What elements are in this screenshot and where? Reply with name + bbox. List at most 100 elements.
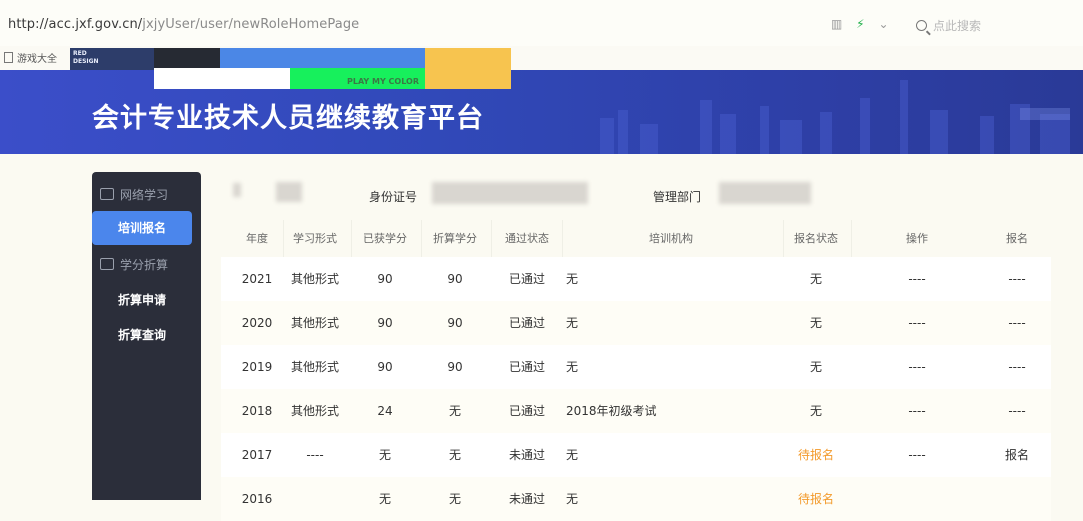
lightning-icon[interactable]: ⚡ <box>856 17 864 31</box>
url-path: jxjyUser/user/newRoleHomePage <box>142 17 360 32</box>
cell-study-form: 其他形式 <box>290 360 339 374</box>
cell-credits-converted: 90 <box>447 316 463 330</box>
cell-institution: 无 <box>566 272 579 286</box>
cell-signup-status: 无 <box>809 404 822 418</box>
url-host: http://acc.jxf.gov.cn/ <box>8 17 143 32</box>
cell-operation: ---- <box>908 404 926 418</box>
monitor-icon <box>100 188 114 200</box>
cell-credits-earned: 90 <box>377 272 393 286</box>
cell-institution: 2018年初级考试 <box>566 404 657 418</box>
redacted-dept <box>719 182 811 204</box>
table-row: 2021 其他形式 90 90 已通过 无 无 ---- ---- <box>221 257 1051 301</box>
sidebar: 网络学习 培训报名 学分折算 折算申请 折算查询 <box>92 172 201 500</box>
cell-pass-status: 已通过 <box>508 404 545 418</box>
red-design-line1: RED <box>73 50 87 57</box>
url-text[interactable]: http://acc.jxf.gov.cn/jxjyUser/user/newR… <box>8 17 359 32</box>
cell-year: 2021 <box>241 272 273 286</box>
id-label: 身份证号 <box>369 190 418 204</box>
color-swatch-orange <box>425 48 511 89</box>
header-operation: 操作 <box>906 232 928 245</box>
cell-credits-earned: 90 <box>377 316 393 330</box>
cell-operation <box>887 477 947 521</box>
red-design-line2: DESIGN <box>73 58 99 65</box>
search-box[interactable]: 点此搜索 <box>916 17 981 34</box>
sidebar-item-conversion-query[interactable]: 折算查询 <box>92 326 192 343</box>
sidebar-group-online-learning[interactable]: 网络学习 <box>100 186 168 203</box>
cell-institution: 无 <box>566 316 579 330</box>
cell-credits-converted: 90 <box>447 360 463 374</box>
table-row: 2016 无 无 未通过 无 待报名 <box>221 477 1051 521</box>
cell-operation: ---- <box>908 360 926 374</box>
play-label: PLAY MY COLOR <box>347 77 419 86</box>
redacted-name <box>276 182 302 202</box>
bookmark-item[interactable]: 游戏大全 <box>4 50 57 65</box>
cell-pass-status: 已通过 <box>508 360 545 374</box>
cell-credits-converted: 无 <box>448 448 461 462</box>
table-row: 2017 ---- 无 无 未通过 无 待报名 ---- 报名 <box>221 433 1051 477</box>
table-row: 2018 其他形式 24 无 已通过 2018年初级考试 无 ---- ---- <box>221 389 1051 433</box>
document-icon <box>4 52 13 63</box>
cell-operation: ---- <box>908 448 926 462</box>
cell-credits-earned: 无 <box>378 492 391 506</box>
reader-icon[interactable]: ▥ <box>831 17 842 31</box>
cell-year: 2016 <box>241 492 273 506</box>
cell-signup: ---- <box>1008 272 1026 286</box>
cell-study-form: ---- <box>306 448 324 462</box>
cell-signup-status: 无 <box>809 316 822 330</box>
cell-operation: ---- <box>908 272 926 286</box>
cell-year: 2018 <box>241 404 273 418</box>
cell-institution: 无 <box>566 448 579 462</box>
cell-study-form: 其他形式 <box>290 272 339 286</box>
cell-year: 2020 <box>241 316 273 330</box>
cell-credits-earned: 无 <box>378 448 391 462</box>
cell-credits-earned: 90 <box>377 360 393 374</box>
sidebar-item-conversion-apply[interactable]: 折算申请 <box>92 291 192 308</box>
header-credits-converted: 折算学分 <box>433 232 477 245</box>
cell-signup: ---- <box>1008 404 1026 418</box>
site-title: 会计专业技术人员继续教育平台 <box>92 103 484 134</box>
cell-credits-converted: 无 <box>448 404 461 418</box>
cell-signup: ---- <box>1008 360 1026 374</box>
search-placeholder: 点此搜索 <box>933 19 982 33</box>
redacted-id-number <box>432 182 588 204</box>
header-study-form: 学习形式 <box>293 232 337 245</box>
color-swatch-white <box>154 68 290 89</box>
signup-link[interactable]: 报名 <box>987 433 1047 477</box>
cell-year: 2019 <box>241 360 273 374</box>
address-bar[interactable]: http://acc.jxf.gov.cn/jxjyUser/user/newR… <box>0 0 1083 46</box>
cell-study-form: 其他形式 <box>290 404 339 418</box>
color-swatch-green: PLAY MY COLOR <box>290 68 425 89</box>
cell-pass-status: 未通过 <box>508 492 545 506</box>
color-swatch-dark <box>154 48 220 68</box>
cell-signup-status-pending: 待报名 <box>797 448 834 462</box>
cell-signup: ---- <box>1008 316 1026 330</box>
sidebar-group-label: 学分折算 <box>120 258 169 272</box>
sidebar-group-credit-conversion[interactable]: 学分折算 <box>100 256 168 273</box>
cell-pass-status: 未通过 <box>508 448 545 462</box>
cell-study-form: 其他形式 <box>290 316 339 330</box>
search-icon <box>916 20 927 31</box>
address-icons: ▥ ⚡ ⌄ <box>831 17 899 31</box>
cell-institution: 无 <box>566 360 579 374</box>
red-design-logo: RED DESIGN <box>70 48 154 70</box>
cell-operation: ---- <box>908 316 926 330</box>
header-credits-earned: 已获学分 <box>363 232 407 245</box>
bookmark-label: 游戏大全 <box>17 54 57 65</box>
cell-year: 2017 <box>241 448 273 462</box>
sidebar-item-training-signup[interactable]: 培训报名 <box>92 211 192 245</box>
cell-signup-status: 无 <box>809 272 822 286</box>
chevron-down-icon[interactable]: ⌄ <box>878 17 888 31</box>
sidebar-group-label: 网络学习 <box>120 188 169 202</box>
dept-label: 管理部门 <box>653 190 702 204</box>
header-year: 年度 <box>246 232 268 245</box>
signup-link[interactable] <box>987 477 1047 521</box>
cell-credits-converted: 无 <box>448 492 461 506</box>
header-signup: 报名 <box>1006 232 1028 245</box>
header-signup-status: 报名状态 <box>794 232 838 245</box>
cell-credits-converted: 90 <box>447 272 463 286</box>
cell-study-form <box>285 477 345 521</box>
image-icon <box>100 258 114 270</box>
color-swatch-blue <box>220 48 425 68</box>
cell-credits-earned: 24 <box>377 404 393 418</box>
cell-pass-status: 已通过 <box>508 272 545 286</box>
